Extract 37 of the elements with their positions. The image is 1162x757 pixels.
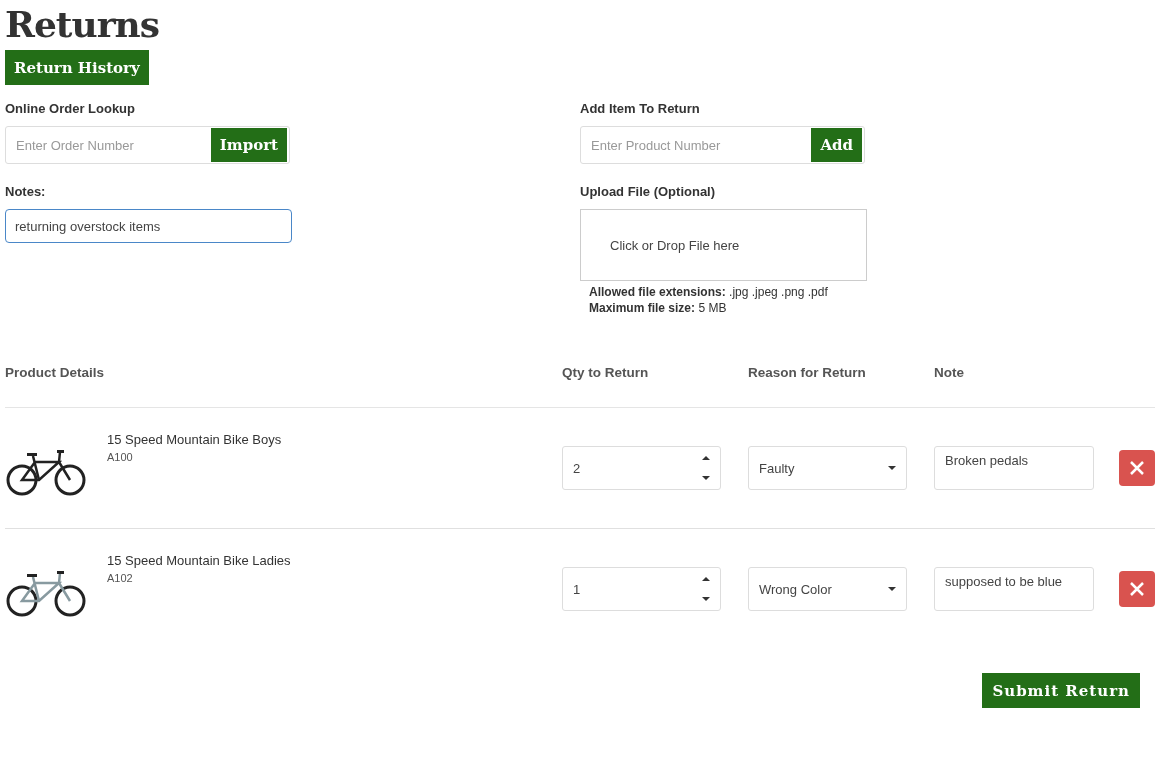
column-header: Product Details bbox=[5, 365, 106, 380]
return-history-button[interactable]: Return History bbox=[5, 50, 149, 85]
notes-field[interactable]: returning overstock items bbox=[5, 209, 292, 243]
close-icon bbox=[1130, 582, 1144, 596]
column-header: Reason for Return bbox=[748, 365, 867, 380]
product-sku: A100 bbox=[107, 451, 134, 463]
note-field[interactable]: supposed to be blue bbox=[934, 567, 1094, 611]
quantity-field[interactable]: 1 bbox=[562, 567, 721, 611]
column-header: Note bbox=[934, 365, 965, 380]
order-number-field[interactable]: Enter Order Number Import bbox=[5, 126, 290, 164]
close-icon bbox=[1130, 461, 1144, 475]
add-button[interactable]: Add bbox=[811, 128, 862, 162]
reason-dropdown[interactable]: Faulty bbox=[748, 446, 907, 490]
spinner-icon[interactable] bbox=[702, 454, 710, 482]
reason-dropdown[interactable]: Wrong Color bbox=[748, 567, 907, 611]
field-label: Online Order Lookup bbox=[5, 101, 136, 116]
product-name: 15 Speed Mountain Bike Boys bbox=[107, 432, 282, 447]
product-name: 15 Speed Mountain Bike Ladies bbox=[107, 553, 291, 568]
page-title: Returns bbox=[5, 4, 161, 44]
product-number-field[interactable]: Enter Product Number Add bbox=[580, 126, 865, 164]
column-header: Qty to Return bbox=[562, 365, 650, 380]
caret-icon bbox=[888, 466, 896, 470]
spinner-icon[interactable] bbox=[702, 575, 710, 603]
quantity-field[interactable]: 2 bbox=[562, 446, 721, 490]
delete-button[interactable] bbox=[1119, 450, 1155, 486]
field-label: Add Item To Return bbox=[580, 101, 701, 116]
max-file-size-text: Maximum file size: 5 MB bbox=[589, 300, 728, 316]
allowed-extensions-text: Allowed file extensions: .jpg .jpeg .png .pdf bbox=[589, 284, 829, 300]
submit-return-button[interactable]: Submit Return bbox=[982, 673, 1140, 708]
delete-button[interactable] bbox=[1119, 571, 1155, 607]
field-label: Notes: bbox=[5, 184, 47, 199]
note-field[interactable]: Broken pedals bbox=[934, 446, 1094, 490]
file-drop-zone[interactable]: Click or Drop File here bbox=[580, 209, 867, 281]
product-sku: A102 bbox=[107, 572, 134, 584]
import-button[interactable]: Import bbox=[210, 128, 287, 162]
caret-icon bbox=[888, 587, 896, 591]
field-label: Upload File (Optional) bbox=[580, 184, 717, 199]
